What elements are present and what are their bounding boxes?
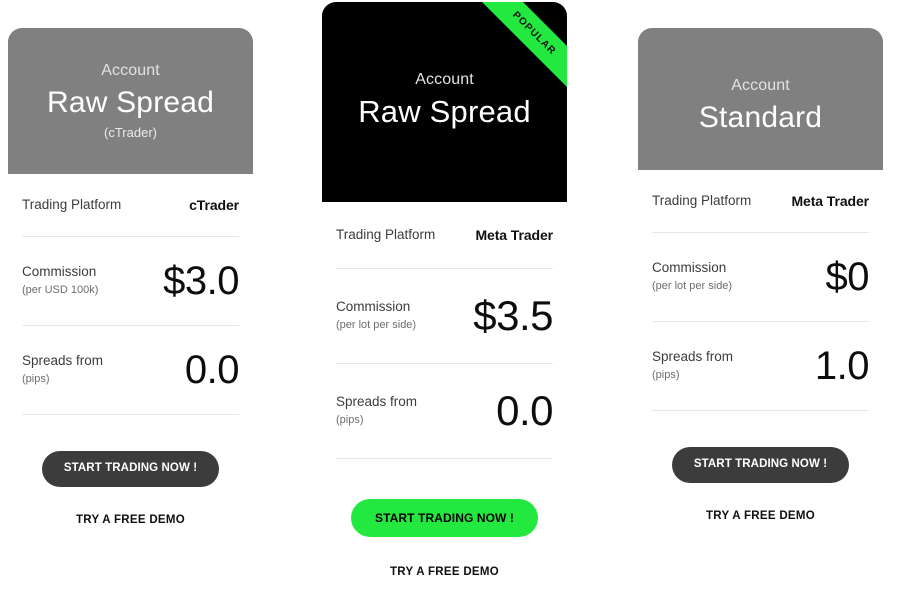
spreads-label-group: Spreads from (pips) <box>22 352 103 388</box>
start-trading-button[interactable]: START TRADING NOW ! <box>41 451 220 487</box>
card-title: Standard <box>698 100 823 134</box>
card-body: Trading Platform Meta Trader Commission … <box>638 170 883 522</box>
pricing-card-standard: Account Standard Trading Platform Meta T… <box>638 28 883 522</box>
try-free-demo-link[interactable]: TRY A FREE DEMO <box>22 514 239 526</box>
spreads-label: Spreads from <box>22 353 104 369</box>
card-header: POPULAR Account Raw Spread <box>322 2 567 202</box>
spreads-sublabel: (pips) <box>652 369 680 382</box>
trading-platform-value: Meta Trader <box>791 193 870 209</box>
commission-value: $3.5 <box>473 292 553 339</box>
card-kicker: Account <box>731 77 790 94</box>
commission-value: $3.0 <box>163 259 239 303</box>
commission-label: Commission <box>652 260 727 276</box>
spreads-sublabel: (pips) <box>336 414 364 427</box>
card-footer: START TRADING NOW ! TRY A FREE DEMO <box>22 415 239 526</box>
commission-sublabel: (per lot per side) <box>336 319 417 332</box>
spreads-label-group: Spreads from (pips) <box>336 393 417 429</box>
pricing-card-raw-spread-featured: POPULAR Account Raw Spread Trading Platf… <box>322 2 567 578</box>
row-trading-platform: Trading Platform Meta Trader <box>336 202 553 268</box>
commission-label-group: Commission (per USD 100k) <box>22 263 98 299</box>
row-spreads: Spreads from (pips) 0.0 <box>336 364 553 458</box>
try-free-demo-link[interactable]: TRY A FREE DEMO <box>336 566 553 578</box>
commission-sublabel: (per lot per side) <box>652 280 733 293</box>
row-commission: Commission (per USD 100k) $3.0 <box>22 237 239 325</box>
spreads-value: 1.0 <box>814 344 870 388</box>
commission-label: Commission <box>336 299 411 315</box>
card-kicker: Account <box>101 62 160 79</box>
row-trading-platform: Trading Platform cTrader <box>22 174 239 236</box>
trading-platform-label: Trading Platform <box>652 192 752 208</box>
card-body: Trading Platform cTrader Commission (per… <box>8 174 253 526</box>
card-footer: START TRADING NOW ! TRY A FREE DEMO <box>652 411 869 522</box>
row-spreads: Spreads from (pips) 0.0 <box>22 326 240 414</box>
spreads-sublabel: (pips) <box>22 373 50 386</box>
card-body: Trading Platform Meta Trader Commission … <box>322 202 567 578</box>
commission-label-group: Commission (per lot per side) <box>652 259 732 295</box>
popular-ribbon-label: POPULAR <box>510 9 558 58</box>
commission-value: $0 <box>825 255 870 299</box>
trading-platform-value: cTrader <box>189 197 239 213</box>
card-header: Account Raw Spread (cTrader) <box>8 28 253 174</box>
row-commission: Commission (per lot per side) $0 <box>652 233 869 321</box>
trading-platform-label: Trading Platform <box>22 196 122 212</box>
card-title: Raw Spread <box>358 93 531 129</box>
card-kicker: Account <box>415 71 474 88</box>
spreads-label-group: Spreads from (pips) <box>652 348 733 384</box>
spreads-value: 0.0 <box>184 348 240 392</box>
trading-platform-value: Meta Trader <box>475 227 554 243</box>
commission-label: Commission <box>22 264 97 280</box>
spreads-label: Spreads from <box>336 394 418 410</box>
row-commission: Commission (per lot per side) $3.5 <box>336 269 553 363</box>
card-subtitle: (cTrader) <box>104 125 157 141</box>
commission-label-group: Commission (per lot per side) <box>336 298 416 334</box>
row-spreads: Spreads from (pips) 1.0 <box>652 322 870 410</box>
commission-sublabel: (per USD 100k) <box>22 284 99 297</box>
start-trading-button[interactable]: START TRADING NOW ! <box>351 499 538 537</box>
row-trading-platform: Trading Platform Meta Trader <box>652 170 869 232</box>
try-free-demo-link[interactable]: TRY A FREE DEMO <box>652 510 869 522</box>
pricing-cards-page: Account Raw Spread (cTrader) Trading Pla… <box>0 0 900 608</box>
trading-platform-label: Trading Platform <box>336 226 436 242</box>
spreads-value: 0.0 <box>496 387 553 434</box>
start-trading-button[interactable]: START TRADING NOW ! <box>671 447 850 483</box>
spreads-label: Spreads from <box>652 349 734 365</box>
card-footer: START TRADING NOW ! TRY A FREE DEMO <box>336 459 553 578</box>
card-title: Raw Spread <box>46 85 215 119</box>
card-header: Account Standard <box>638 28 883 170</box>
pricing-card-raw-spread-ctrader: Account Raw Spread (cTrader) Trading Pla… <box>8 28 253 526</box>
